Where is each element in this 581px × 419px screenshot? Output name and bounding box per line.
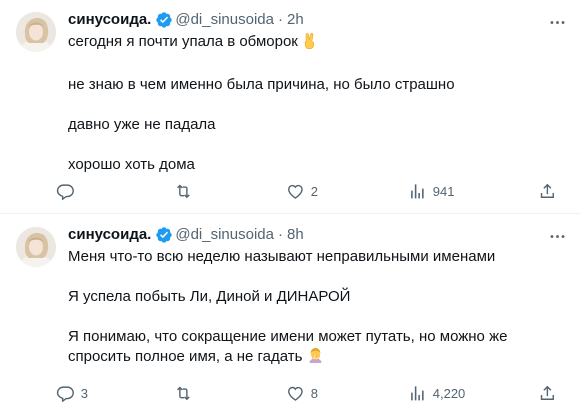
display-name[interactable]: синусоида. (68, 225, 151, 245)
reply-icon (56, 386, 74, 403)
avatar[interactable] (16, 12, 56, 52)
display-name[interactable]: синусоида. (68, 10, 151, 30)
more-icon[interactable] (547, 226, 567, 246)
tweet-header: синусоида. @di_sinusoida · 8h (68, 225, 565, 245)
repost-button[interactable] (174, 182, 199, 201)
reply-button[interactable]: 3 (56, 384, 88, 403)
timestamp[interactable]: 8h (287, 225, 304, 245)
avatar[interactable] (16, 227, 56, 267)
tweet-paragraph: хорошо хоть дома (68, 156, 195, 173)
victory-hand-emoji (302, 32, 318, 55)
tweet-paragraph: сегодня я почти упала в обморок (68, 33, 298, 50)
repost-icon (177, 184, 190, 198)
share-button[interactable] (538, 384, 557, 403)
views-icon (411, 183, 424, 199)
tweet-header: синусоида. @di_sinusoida · 2h (68, 10, 565, 30)
views-button[interactable]: 4,220 (408, 384, 465, 403)
tweet-text: сегодня я почти упала в обморок не знаю … (68, 32, 565, 175)
reply-count: 3 (80, 385, 88, 401)
like-icon (288, 184, 303, 199)
views-count: 4,220 (432, 385, 466, 401)
separator: · (277, 226, 283, 243)
verified-badge-icon[interactable] (155, 11, 173, 29)
repost-button[interactable] (174, 384, 199, 403)
repost-icon (177, 386, 190, 400)
like-icon (288, 386, 303, 401)
like-button[interactable]: 8 (286, 384, 318, 403)
tweet[interactable]: синусоида. @di_sinusoida · 2h сегодня я … (0, 0, 581, 214)
tweet[interactable]: синусоида. @di_sinusoida · 8h Меня что-т… (0, 214, 581, 419)
tweet-paragraph: Я успела побыть Ли, Диной и ДИНАРОЙ (68, 288, 351, 305)
views-button[interactable]: 941 (408, 182, 454, 201)
reply-button[interactable] (56, 182, 81, 201)
tweet-paragraph: Я понимаю, что сокращение имени может пу… (68, 328, 508, 365)
views-count: 941 (432, 183, 455, 199)
handle[interactable]: @di_sinusoida (175, 225, 274, 245)
tweet-text: Меня что-то всю неделю называют неправил… (68, 247, 565, 370)
share-button[interactable] (538, 182, 557, 201)
action-bar: 3 8 4,220 (56, 383, 565, 403)
tweet-paragraph: не знаю в чем именно была причина, но бы… (68, 76, 455, 93)
timestamp[interactable]: 2h (287, 10, 304, 30)
tweet-paragraph: Меня что-то всю неделю называют неправил… (68, 248, 496, 265)
facepalm-emoji (307, 347, 324, 370)
like-count: 2 (310, 183, 318, 199)
like-count: 8 (310, 385, 318, 401)
share-icon (540, 385, 554, 400)
action-bar: 2 941 (56, 181, 565, 201)
more-icon[interactable] (547, 12, 567, 32)
views-icon (411, 385, 424, 401)
verified-badge-icon[interactable] (155, 226, 173, 244)
like-button[interactable]: 2 (286, 182, 318, 201)
handle[interactable]: @di_sinusoida (175, 10, 274, 30)
separator: · (277, 11, 283, 28)
reply-icon (56, 184, 74, 201)
share-icon (540, 183, 554, 198)
tweet-paragraph: давно уже не падала (68, 116, 216, 133)
